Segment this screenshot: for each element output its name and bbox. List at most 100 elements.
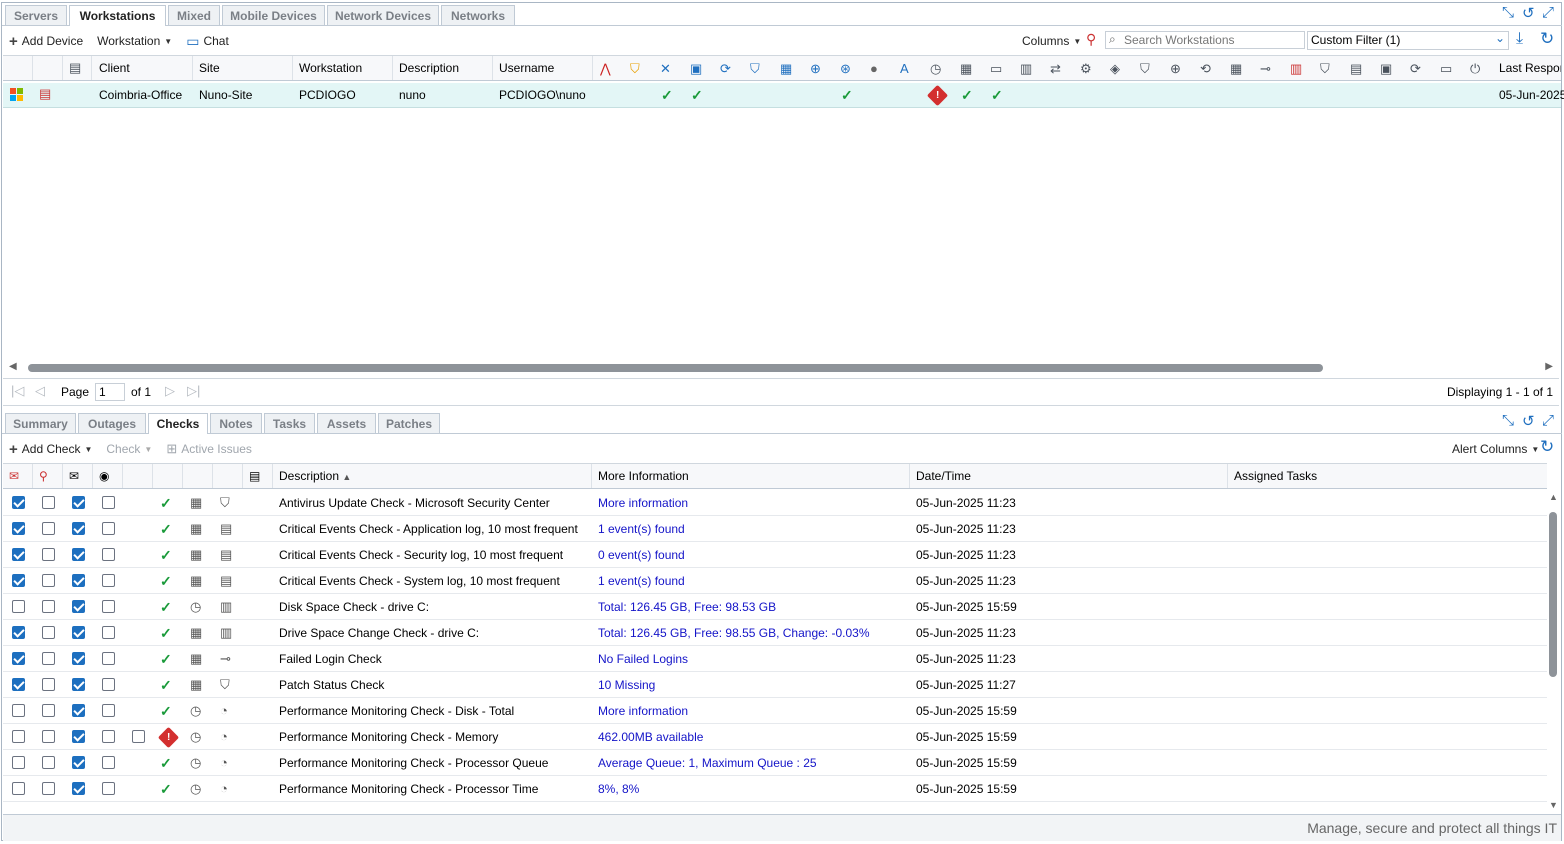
email-checkbox[interactable] — [72, 730, 85, 743]
check-more-info-link[interactable]: 10 Missing — [598, 672, 655, 697]
check-row[interactable]: ✓ ◷ ◔ Performance Monitoring Check - Disk -… — [3, 698, 1547, 724]
email-checkbox[interactable] — [72, 496, 85, 509]
col-check-icon[interactable] — [213, 464, 243, 488]
check-more-info-link[interactable]: More information — [598, 698, 688, 723]
scroll-right-icon[interactable]: ▶ — [1545, 361, 1553, 372]
tab-mixed[interactable]: Mixed — [168, 5, 220, 25]
email-alert-checkbox[interactable] — [12, 548, 25, 561]
add-check-button[interactable]: + Add Check ▼ — [9, 441, 92, 458]
col-more-info[interactable]: More Information — [592, 464, 910, 488]
check-row[interactable]: ✓ ▦ ▤ Critical Events Check - Application l… — [3, 516, 1547, 542]
page-input[interactable]: 1 — [95, 383, 125, 401]
sms-alert-checkbox[interactable] — [42, 548, 55, 561]
undo-icon[interactable]: ↺ — [1522, 4, 1535, 22]
active-issues-button[interactable]: ⊞ Active Issues — [166, 441, 252, 457]
email-alert-checkbox[interactable] — [12, 522, 25, 535]
col-select[interactable] — [123, 464, 153, 488]
col-notes[interactable]: ▤ — [243, 464, 273, 488]
sms-alert-checkbox[interactable] — [42, 652, 55, 665]
check-row[interactable]: ✓ ◷ ◔ Performance Monitoring Check - Proces… — [3, 776, 1547, 802]
comment-checkbox[interactable] — [102, 496, 115, 509]
tab-outages[interactable]: Outages — [78, 413, 146, 433]
check-more-info-link[interactable]: More information — [598, 490, 688, 515]
col-description[interactable]: Description ▲ — [273, 464, 592, 488]
tab-summary[interactable]: Summary — [5, 413, 76, 433]
first-page-icon[interactable]: |◁ — [11, 383, 24, 399]
email-alert-checkbox[interactable] — [12, 782, 25, 795]
horizontal-scrollbar[interactable]: ◀ ▶ — [3, 361, 1559, 374]
comment-checkbox[interactable] — [102, 626, 115, 639]
col-alerts[interactable] — [33, 56, 63, 80]
scroll-thumb[interactable] — [1549, 512, 1557, 677]
email-checkbox[interactable] — [72, 574, 85, 587]
add-device-button[interactable]: + Add Device — [9, 33, 83, 50]
email-checkbox[interactable] — [72, 782, 85, 795]
email-checkbox[interactable] — [72, 678, 85, 691]
check-row[interactable]: ✓ ▦ ⊸ Failed Login Check No Failed Logins 05-… — [3, 646, 1547, 672]
sms-alert-checkbox[interactable] — [42, 756, 55, 769]
email-alert-checkbox[interactable] — [12, 496, 25, 509]
tab-tasks[interactable]: Tasks — [264, 413, 315, 433]
select-checkbox[interactable] — [132, 730, 145, 743]
check-row[interactable]: ✓ ▦ ⛉ Antivirus Update Check - Microsoft Se… — [3, 490, 1547, 516]
sms-alert-checkbox[interactable] — [42, 704, 55, 717]
col-comment[interactable]: ◉ — [93, 464, 123, 488]
tab-network-devices[interactable]: Network Devices — [327, 5, 439, 25]
col-username[interactable]: Username — [493, 56, 593, 80]
email-alert-checkbox[interactable] — [12, 730, 25, 743]
tab-checks[interactable]: Checks — [148, 413, 208, 434]
custom-filter-select[interactable]: Custom Filter (1) — [1307, 31, 1509, 50]
check-more-info-link[interactable]: Total: 126.45 GB, Free: 98.53 GB — [598, 594, 776, 619]
scroll-up-icon[interactable]: ▲ — [1549, 492, 1558, 502]
tab-assets[interactable]: Assets — [317, 413, 376, 433]
check-row[interactable]: ! ◷ ◔ Performance Monitoring Check - Memory… — [3, 724, 1547, 750]
col-assigned-tasks[interactable]: Assigned Tasks — [1228, 464, 1547, 488]
search-input[interactable]: Search Workstations — [1105, 31, 1305, 49]
comment-checkbox[interactable] — [102, 678, 115, 691]
email-alert-checkbox[interactable] — [12, 756, 25, 769]
col-email[interactable]: ✉ — [63, 464, 93, 488]
email-alert-checkbox[interactable] — [12, 652, 25, 665]
col-status[interactable] — [3, 56, 33, 80]
filter-dropdown-icon[interactable]: ⌄ — [1495, 31, 1505, 45]
last-page-icon[interactable]: ▷| — [187, 383, 200, 399]
email-checkbox[interactable] — [72, 652, 85, 665]
scroll-down-icon[interactable]: ▼ — [1549, 800, 1558, 810]
comment-checkbox[interactable] — [102, 522, 115, 535]
email-alert-checkbox[interactable] — [12, 678, 25, 691]
check-more-info-link[interactable]: 8%, 8% — [598, 776, 639, 801]
tab-mobile-devices[interactable]: Mobile Devices — [222, 5, 325, 25]
expand-icon[interactable]: ⤢ — [1542, 412, 1554, 429]
email-checkbox[interactable] — [72, 548, 85, 561]
sms-alert-checkbox[interactable] — [42, 522, 55, 535]
col-last-response[interactable]: Last Respons — [1493, 56, 1561, 80]
check-more-info-link[interactable]: 0 event(s) found — [598, 542, 685, 567]
sms-alert-checkbox[interactable] — [42, 730, 55, 743]
email-checkbox[interactable] — [72, 756, 85, 769]
check-row[interactable]: ✓ ◷ ◔ Performance Monitoring Check - Proces… — [3, 750, 1547, 776]
check-more-info-link[interactable]: Total: 126.45 GB, Free: 98.55 GB, Change… — [598, 620, 870, 645]
scroll-thumb[interactable] — [28, 364, 1323, 372]
clear-filter-icon[interactable]: ⚲ — [1086, 31, 1096, 48]
workstation-menu[interactable]: Workstation ▼ — [97, 34, 172, 48]
prev-page-icon[interactable]: ◁ — [35, 383, 45, 399]
email-alert-checkbox[interactable] — [12, 600, 25, 613]
check-more-info-link[interactable]: 1 event(s) found — [598, 516, 685, 541]
email-alert-checkbox[interactable] — [12, 574, 25, 587]
tab-networks[interactable]: Networks — [441, 5, 515, 25]
scroll-left-icon[interactable]: ◀ — [9, 361, 17, 372]
comment-checkbox[interactable] — [102, 600, 115, 613]
collapse-icon[interactable]: ⤡ — [1502, 4, 1514, 21]
sms-alert-checkbox[interactable] — [42, 782, 55, 795]
sms-alert-checkbox[interactable] — [42, 574, 55, 587]
comment-checkbox[interactable] — [102, 730, 115, 743]
chat-button[interactable]: ▭ Chat — [186, 33, 229, 50]
refresh-icon[interactable]: ↻ — [1540, 29, 1554, 49]
check-row[interactable]: ✓ ▦ ⛉ Patch Status Check 10 Missing 05-Jun-20… — [3, 672, 1547, 698]
collapse-icon[interactable]: ⤡ — [1502, 412, 1514, 429]
sms-alert-checkbox[interactable] — [42, 600, 55, 613]
vertical-scrollbar[interactable]: ▲ ▼ — [1547, 490, 1559, 812]
col-site[interactable]: Site — [193, 56, 293, 80]
comment-checkbox[interactable] — [102, 704, 115, 717]
email-alert-checkbox[interactable] — [12, 626, 25, 639]
